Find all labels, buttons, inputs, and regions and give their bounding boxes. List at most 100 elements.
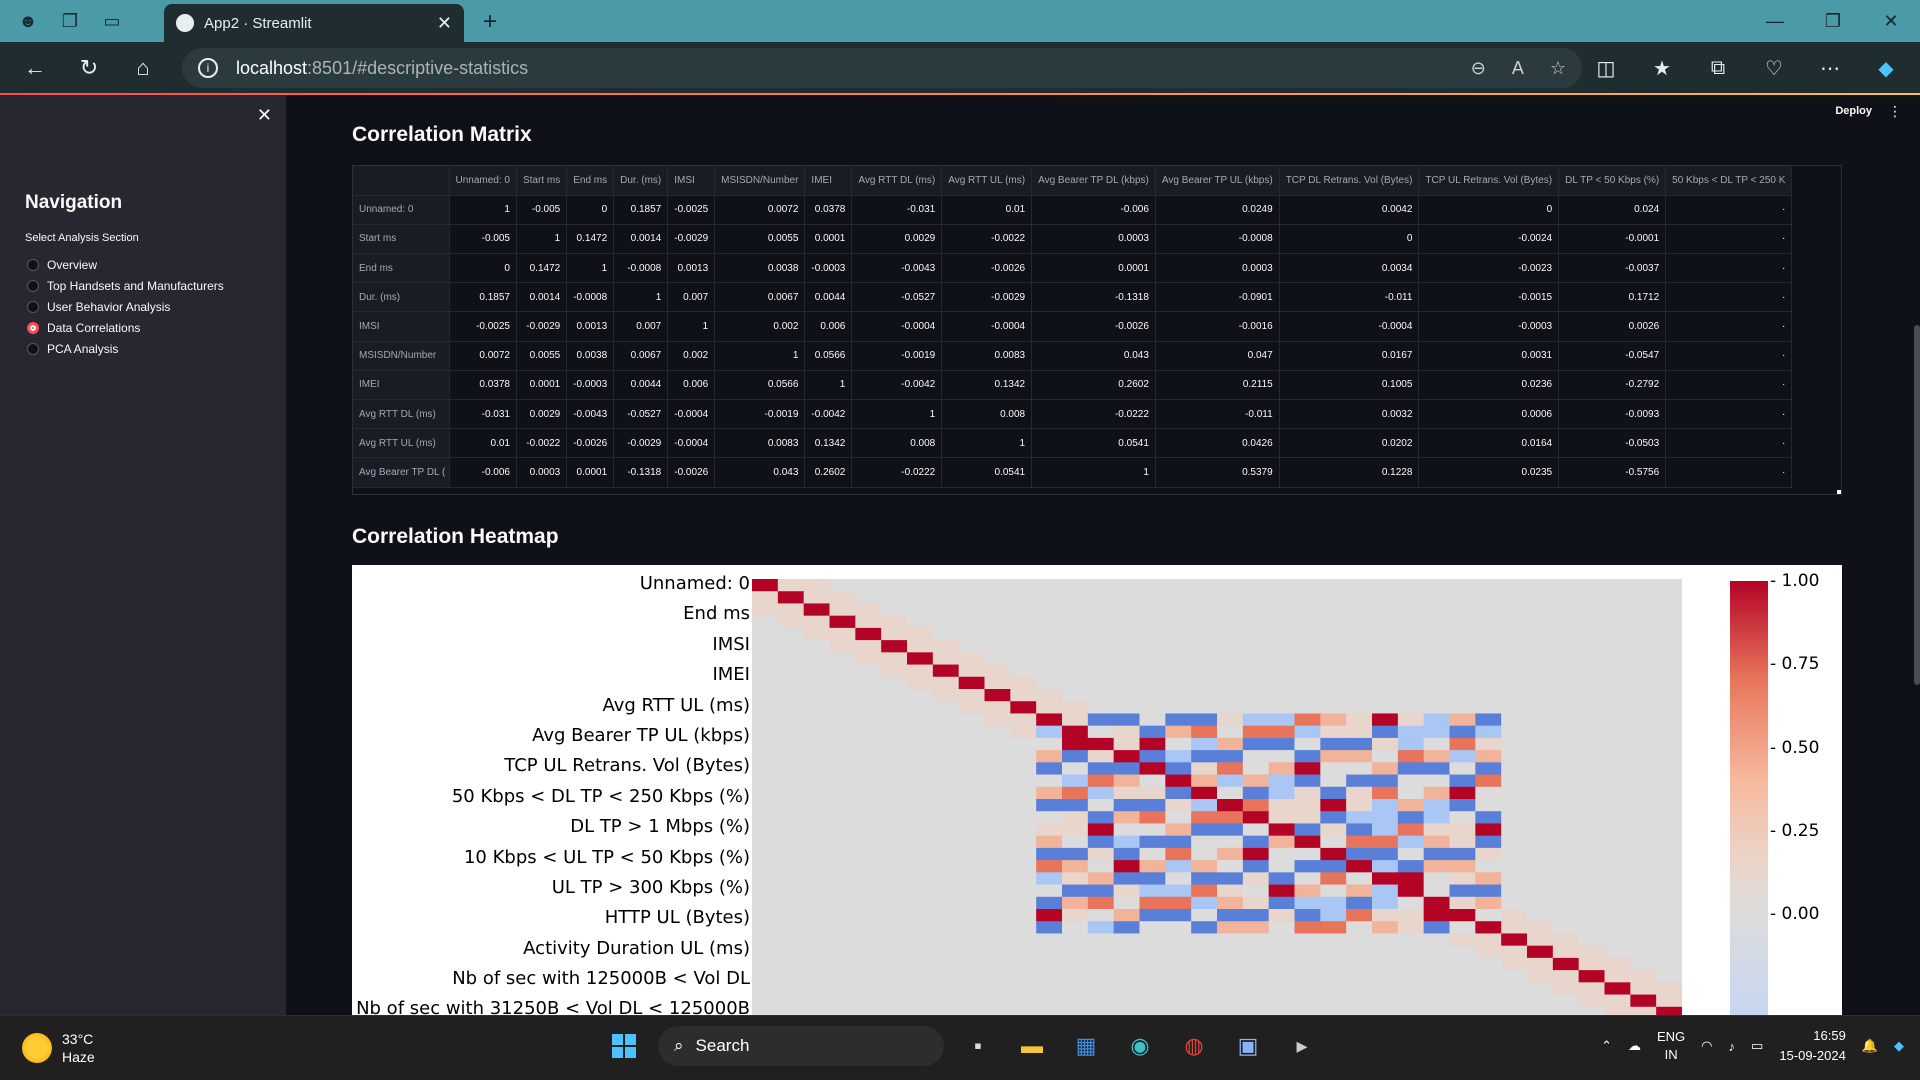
main-menu-icon[interactable]: ⋮: [1888, 103, 1902, 120]
file-explorer-icon[interactable]: ▬: [1012, 1026, 1052, 1066]
table-cell[interactable]: -0.011: [1155, 399, 1280, 430]
profile-avatar[interactable]: ☻: [14, 7, 42, 35]
table-cell[interactable]: -0.0004: [667, 399, 716, 430]
table-cell[interactable]: 0.0236: [1418, 370, 1560, 401]
table-cell[interactable]: -0.0024: [1418, 224, 1560, 255]
table-cell[interactable]: 1: [667, 311, 716, 342]
table-cell[interactable]: ·: [1665, 195, 1793, 225]
task-view-icon[interactable]: ▪: [958, 1026, 998, 1066]
table-cell[interactable]: -0.0026: [941, 253, 1033, 284]
tab-close-icon[interactable]: ✕: [437, 13, 452, 34]
browser-essentials-icon[interactable]: ♡: [1752, 48, 1796, 88]
table-cell[interactable]: 1: [516, 224, 568, 255]
table-cell[interactable]: -0.0901: [1155, 282, 1280, 313]
deploy-button[interactable]: Deploy: [1835, 105, 1872, 117]
table-cell[interactable]: ·: [1665, 282, 1793, 313]
table-cell[interactable]: -0.0019: [714, 399, 806, 430]
table-cell[interactable]: -0.005: [516, 195, 568, 225]
table-cell[interactable]: 0.0378: [804, 195, 853, 225]
table-cell[interactable]: 0.1712: [1558, 282, 1667, 313]
table-cell[interactable]: 0.0026: [1558, 311, 1667, 342]
table-cell[interactable]: 0.2602: [1031, 370, 1156, 401]
volume-icon[interactable]: ♪: [1729, 1039, 1736, 1054]
table-cell[interactable]: -0.005: [449, 224, 517, 255]
table-cell[interactable]: -0.0008: [613, 253, 669, 284]
table-cell[interactable]: 0.5379: [1155, 457, 1280, 488]
table-cell[interactable]: ·: [1665, 253, 1793, 284]
table-cell[interactable]: -0.0022: [941, 224, 1033, 255]
table-cell[interactable]: 0.1472: [516, 253, 568, 284]
table-cell[interactable]: 0.043: [1031, 341, 1156, 371]
table-cell[interactable]: -0.0004: [667, 428, 716, 459]
table-cell[interactable]: -0.5756: [1558, 457, 1667, 488]
table-cell[interactable]: 0.0001: [804, 224, 853, 255]
table-cell[interactable]: 0.0249: [1155, 195, 1280, 225]
table-cell[interactable]: 0.006: [667, 370, 716, 401]
favorite-star-icon[interactable]: ☆: [1550, 58, 1566, 79]
onedrive-icon[interactable]: ☁: [1628, 1038, 1641, 1054]
radio-data-correlations[interactable]: Data Correlations: [27, 317, 224, 338]
app-window-icon[interactable]: ▣: [1228, 1026, 1268, 1066]
table-cell[interactable]: 0.008: [851, 428, 943, 459]
table-cell[interactable]: -0.0023: [1418, 253, 1560, 284]
refresh-button[interactable]: ↻: [62, 48, 116, 88]
table-cell[interactable]: 0.0044: [613, 370, 669, 401]
table-cell[interactable]: 0.0001: [1031, 253, 1156, 284]
table-cell[interactable]: -0.0026: [667, 457, 716, 488]
table-cell[interactable]: 1: [1031, 457, 1156, 488]
table-cell[interactable]: 1: [851, 399, 943, 430]
table-cell[interactable]: -0.0003: [804, 253, 853, 284]
table-cell[interactable]: 0.2602: [804, 457, 853, 488]
table-cell[interactable]: 0.1342: [941, 370, 1033, 401]
table-cell[interactable]: 0.0013: [667, 253, 716, 284]
table-cell[interactable]: 0.01: [941, 195, 1033, 225]
table-cell[interactable]: 0.0042: [1279, 195, 1420, 225]
wifi-icon[interactable]: ◠: [1701, 1038, 1712, 1054]
table-cell[interactable]: 0.0566: [804, 341, 853, 371]
minimize-button[interactable]: —: [1746, 0, 1804, 42]
chrome-icon[interactable]: ◍: [1174, 1026, 1214, 1066]
table-cell[interactable]: -0.0043: [566, 399, 615, 430]
table-cell[interactable]: 0.0055: [516, 341, 568, 371]
table-cell[interactable]: -0.0019: [851, 341, 943, 371]
table-cell[interactable]: 0.2115: [1155, 370, 1280, 401]
table-cell[interactable]: 0.0378: [449, 370, 517, 401]
terminal-icon[interactable]: ▸: [1282, 1026, 1322, 1066]
table-column-header[interactable]: Start ms: [516, 166, 568, 196]
table-cell[interactable]: 0.0167: [1279, 341, 1420, 371]
radio-top-handsets[interactable]: Top Handsets and Manufacturers: [27, 275, 224, 296]
taskbar-search[interactable]: ⌕ Search: [658, 1026, 944, 1066]
more-menu-icon[interactable]: ⋯: [1808, 48, 1852, 88]
table-cell[interactable]: -0.0037: [1558, 253, 1667, 284]
table-cell[interactable]: 0.0083: [941, 341, 1033, 371]
table-cell[interactable]: 0.007: [667, 282, 716, 313]
table-cell[interactable]: 1: [804, 370, 853, 401]
table-cell[interactable]: -0.0004: [1279, 311, 1420, 342]
table-cell[interactable]: 0.1005: [1279, 370, 1420, 401]
table-cell[interactable]: 0.0034: [1279, 253, 1420, 284]
table-cell[interactable]: -0.2792: [1558, 370, 1667, 401]
table-cell[interactable]: ·: [1665, 457, 1793, 488]
table-cell[interactable]: 0.0031: [1418, 341, 1560, 371]
table-column-header[interactable]: TCP DL Retrans. Vol (Bytes): [1279, 166, 1420, 196]
new-tab-button[interactable]: +: [476, 8, 504, 36]
radio-selected-icon[interactable]: [27, 321, 39, 334]
close-window-button[interactable]: ✕: [1862, 0, 1920, 42]
table-cell[interactable]: 0.0202: [1279, 428, 1420, 459]
radio-pca-analysis[interactable]: PCA Analysis: [27, 338, 224, 359]
table-cell[interactable]: 0.01: [449, 428, 517, 459]
table-cell[interactable]: 0.0044: [804, 282, 853, 313]
table-cell[interactable]: 0.008: [941, 399, 1033, 430]
table-cell[interactable]: 0.0001: [516, 370, 568, 401]
table-cell[interactable]: 0: [1418, 195, 1560, 225]
table-column-header[interactable]: Avg Bearer TP DL (kbps): [1031, 166, 1156, 196]
split-screen-icon[interactable]: ◫: [1584, 48, 1628, 88]
table-cell[interactable]: 0.024: [1558, 195, 1667, 225]
table-cell[interactable]: -0.031: [851, 195, 943, 225]
table-cell[interactable]: -0.0043: [851, 253, 943, 284]
table-cell[interactable]: 0.1228: [1279, 457, 1420, 488]
table-cell[interactable]: 1: [566, 253, 615, 284]
battery-icon[interactable]: ▭: [1751, 1038, 1763, 1054]
table-cell[interactable]: ·: [1665, 224, 1793, 255]
table-cell[interactable]: 0.043: [714, 457, 806, 488]
